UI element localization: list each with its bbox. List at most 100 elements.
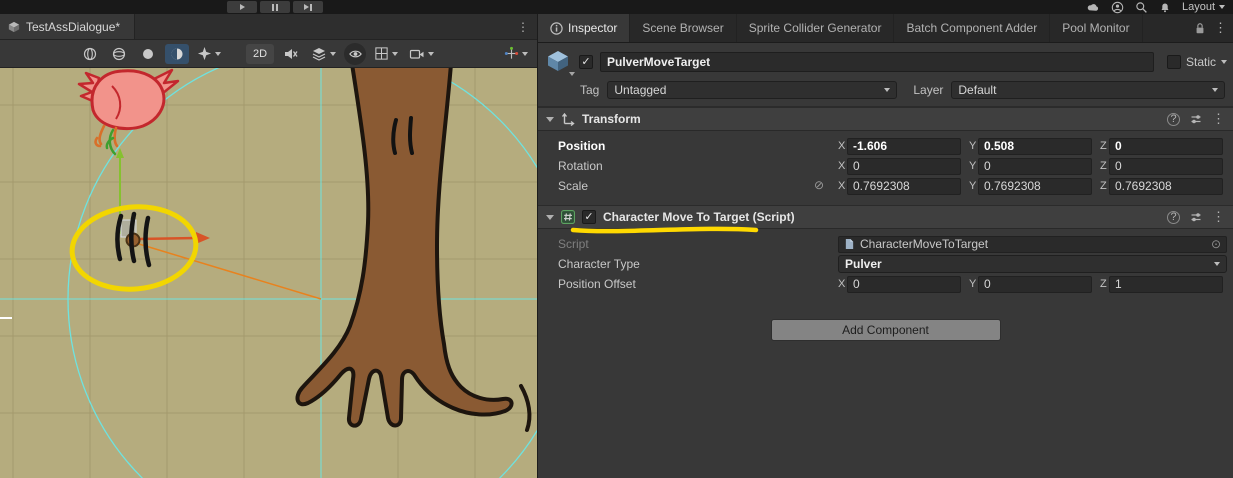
foldout-icon[interactable] — [546, 215, 554, 220]
axis-z-label: Z — [1100, 278, 1109, 290]
axis-z-label: Z — [1100, 160, 1109, 172]
position-z-field[interactable]: 0 — [1109, 138, 1223, 155]
solid-circle-icon — [140, 46, 156, 62]
shading-sphere-button[interactable] — [78, 44, 102, 64]
static-toggle-group: Static — [1167, 55, 1227, 69]
property-label: Scale — [558, 179, 838, 193]
scene-tab[interactable]: TestAssDialogue* — [0, 14, 135, 39]
axis-y-label: Y — [969, 140, 978, 152]
scene-canvas[interactable] — [0, 68, 537, 478]
audio-toggle-button[interactable] — [279, 44, 303, 64]
axis-y-label: Y — [969, 180, 978, 192]
effects-dropdown-button[interactable] — [194, 44, 224, 64]
chevron-down-icon — [884, 88, 890, 92]
chevron-down-icon[interactable] — [1221, 60, 1227, 64]
position-offset-row: Position Offset X 0 Y 0 Z 1 — [538, 274, 1233, 294]
step-button[interactable] — [293, 1, 323, 13]
gizmos-dropdown-button[interactable] — [501, 44, 531, 64]
static-checkbox[interactable] — [1167, 55, 1181, 69]
grid-dropdown-button[interactable] — [371, 44, 401, 64]
transform-component: Transform ? ⋮ Position X -1.606 Y 0.508 … — [538, 107, 1233, 205]
scene-visibility-button[interactable] — [344, 43, 366, 65]
layer-dropdown[interactable]: Default — [951, 81, 1225, 99]
help-icon[interactable]: ? — [1167, 113, 1180, 126]
axis-z-label: Z — [1100, 180, 1109, 192]
transform-icon — [561, 112, 575, 126]
script-value: CharacterMoveToTarget — [860, 237, 988, 251]
notifications-icon[interactable] — [1159, 1, 1171, 14]
component-enabled-checkbox[interactable]: ✓ — [582, 210, 596, 224]
inspector-menu-icon[interactable]: ⋮ — [1214, 20, 1227, 36]
layer-value: Default — [958, 83, 996, 97]
component-menu-icon[interactable]: ⋮ — [1212, 111, 1225, 127]
chevron-down-icon — [330, 52, 336, 56]
property-label: Character Type — [558, 257, 838, 271]
help-icon[interactable]: ? — [1167, 211, 1180, 224]
scene-view-panel: TestAssDialogue* ⋮ 2D — [0, 14, 537, 478]
tab-sprite-collider-generator[interactable]: Sprite Collider Generator — [737, 14, 895, 42]
rotation-row: Rotation X 0 Y 0 Z 0 — [538, 156, 1233, 176]
presets-icon[interactable] — [1189, 112, 1203, 126]
axis-y-label: Y — [969, 278, 978, 290]
presets-icon[interactable] — [1189, 210, 1203, 224]
tab-label: Scene Browser — [642, 21, 723, 35]
script-row: Script CharacterMoveToTarget ⊙ — [538, 234, 1233, 254]
check-icon: ✓ — [584, 212, 593, 223]
half-sphere-button[interactable] — [165, 44, 189, 64]
chevron-down-icon — [1219, 5, 1225, 9]
layout-dropdown[interactable]: Layout — [1182, 1, 1225, 13]
pause-button[interactable] — [260, 1, 290, 13]
component-menu-icon[interactable]: ⋮ — [1212, 209, 1225, 225]
constrain-proportions-icon[interactable]: ⊘ — [814, 178, 824, 192]
position-y-field[interactable]: 0.508 — [978, 138, 1092, 155]
tab-batch-component-adder[interactable]: Batch Component Adder — [894, 14, 1050, 42]
scene-asset-icon — [8, 21, 20, 33]
script-component-header[interactable]: ✓ Character Move To Target (Script) ? ⋮ — [538, 205, 1233, 229]
chevron-down-icon — [428, 52, 434, 56]
2d-mode-toggle[interactable]: 2D — [246, 44, 274, 64]
tab-scene-browser[interactable]: Scene Browser — [630, 14, 736, 42]
offset-z-field[interactable]: 1 — [1109, 276, 1223, 293]
play-controls — [227, 1, 323, 13]
chevron-down-icon — [392, 52, 398, 56]
search-icon[interactable] — [1135, 1, 1148, 14]
grid-icon — [374, 46, 389, 61]
rotation-z-field[interactable]: 0 — [1109, 158, 1223, 175]
transform-header[interactable]: Transform ? ⋮ — [538, 107, 1233, 131]
gameobject-name-field[interactable]: PulverMoveTarget — [600, 52, 1154, 72]
tab-label: Sprite Collider Generator — [749, 21, 882, 35]
object-picker-icon[interactable]: ⊙ — [1211, 237, 1221, 251]
tab-pool-monitor[interactable]: Pool Monitor — [1050, 14, 1142, 42]
solid-circle-button[interactable] — [136, 44, 160, 64]
camera-dropdown-button[interactable] — [406, 44, 437, 64]
account-icon[interactable] — [1111, 1, 1124, 14]
lock-icon[interactable] — [1194, 22, 1206, 35]
axis-x-label: X — [838, 278, 847, 290]
offset-y-field[interactable]: 0 — [978, 276, 1092, 293]
scale-y-field[interactable]: 0.7692308 — [978, 178, 1092, 195]
unity-editor-window: Layout TestAssDialogue* ⋮ — [0, 0, 1233, 478]
active-checkbox[interactable]: ✓ — [579, 55, 593, 69]
scene-tab-menu-icon[interactable]: ⋮ — [517, 20, 529, 34]
tag-label: Tag — [580, 83, 599, 97]
scale-z-field[interactable]: 0.7692308 — [1109, 178, 1223, 195]
offset-x-field[interactable]: 0 — [847, 276, 961, 293]
foldout-icon[interactable] — [546, 117, 554, 122]
play-button[interactable] — [227, 1, 257, 13]
cloud-icon[interactable] — [1086, 1, 1100, 13]
position-x-field[interactable]: -1.606 — [847, 138, 961, 155]
eye-icon — [348, 48, 363, 60]
chevron-down-icon[interactable] — [569, 72, 575, 76]
chevron-down-icon — [1212, 88, 1218, 92]
rotation-x-field[interactable]: 0 — [847, 158, 961, 175]
tab-inspector[interactable]: Inspector — [538, 14, 630, 42]
scale-x-field[interactable]: 0.7692308 — [847, 178, 961, 195]
rotation-y-field[interactable]: 0 — [978, 158, 1092, 175]
tag-dropdown[interactable]: Untagged — [607, 81, 897, 99]
add-component-button[interactable]: Add Component — [771, 319, 1001, 341]
script-object-field[interactable]: CharacterMoveToTarget ⊙ — [838, 236, 1227, 253]
effects-layers-dropdown[interactable] — [308, 44, 339, 64]
character-type-dropdown[interactable]: Pulver — [838, 255, 1227, 273]
axis-x-label: X — [838, 180, 847, 192]
wireframe-sphere-button[interactable] — [107, 44, 131, 64]
